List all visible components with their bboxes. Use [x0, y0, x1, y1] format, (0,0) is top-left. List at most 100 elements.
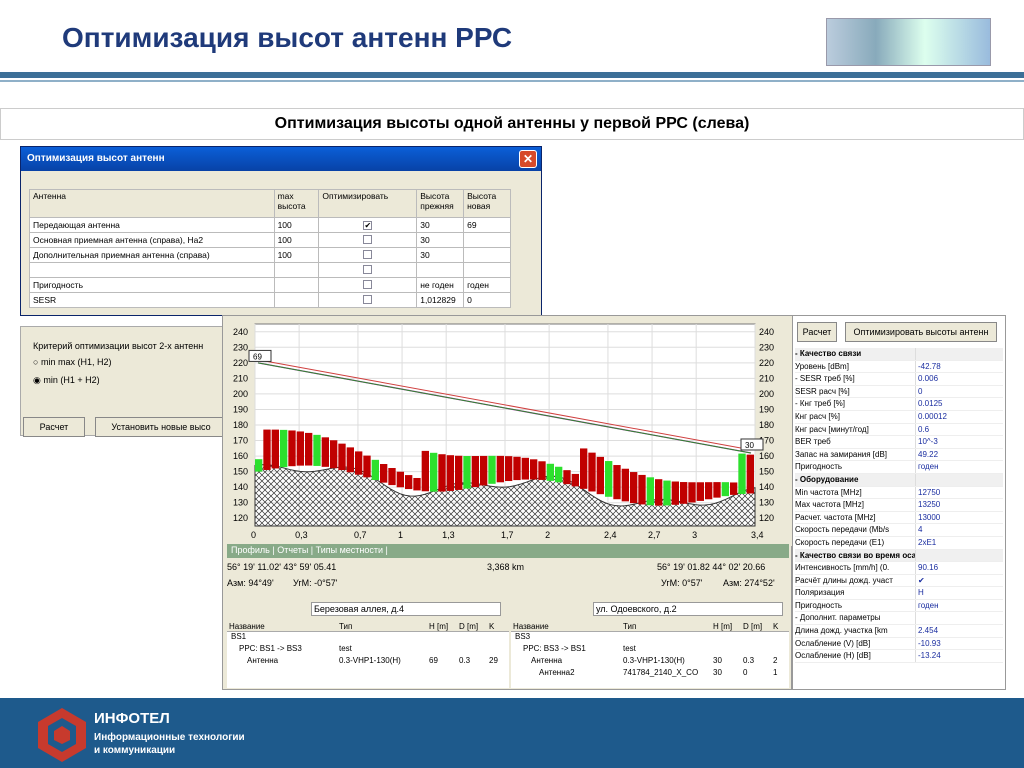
checkbox[interactable]: [363, 234, 373, 244]
tree-row[interactable]: Антенна 0.3-VHP1-130(H) 69 0.3 29: [227, 656, 509, 668]
property-key: - Оборудование: [795, 474, 859, 484]
table-cell[interactable]: [318, 247, 418, 263]
checkbox[interactable]: ✔: [363, 221, 373, 230]
property-row[interactable]: - Качество связи во время осадков: [795, 549, 1003, 563]
calc-button[interactable]: Расчет: [23, 417, 85, 437]
table-cell[interactable]: [318, 292, 418, 308]
radio-icon: ○: [33, 357, 39, 367]
tree-col-header[interactable]: D [m]: [457, 622, 487, 631]
tree-row[interactable]: Антенна 0.3-VHP1-130(H) 30 0.3 2: [511, 656, 789, 668]
obstacle-bar: [538, 461, 546, 480]
property-row[interactable]: Ослабление (H) [dB] -13.24: [795, 650, 1003, 663]
table-cell: 30: [416, 247, 465, 263]
obstacle-bar: [421, 450, 429, 492]
properties-panel: Расчет Оптимизировать высоты антенн - Ка…: [792, 315, 1006, 690]
property-key: - Качество связи: [795, 349, 862, 358]
property-row[interactable]: Пригодность годен: [795, 461, 1003, 474]
table-row[interactable]: Пригодность не годен годен: [29, 277, 511, 293]
property-row[interactable]: Интенсивность [mm/h] (0. 90.16: [795, 562, 1003, 575]
table-cell: [273, 262, 320, 278]
col-header[interactable]: Высота новая: [463, 189, 511, 218]
tree-row[interactable]: BS1: [227, 632, 509, 644]
address-left[interactable]: Березовая аллея, д.4: [311, 602, 501, 616]
tree-cell: 0.3: [743, 656, 755, 665]
obstacle-bar: [588, 452, 596, 492]
col-header[interactable]: Оптимизировать: [318, 189, 418, 218]
tree-col-header[interactable]: D [m]: [741, 622, 771, 631]
tree-row[interactable]: РРС: BS1 -> BS3 test: [227, 644, 509, 656]
tree-row[interactable]: РРС: BS3 -> BS1 test: [511, 644, 789, 656]
checkbox[interactable]: [363, 279, 373, 289]
radio-minmax[interactable]: ○ min max (H1, H2): [33, 357, 111, 367]
obstacle-bar: [630, 472, 638, 504]
col-header[interactable]: max высота: [273, 189, 320, 218]
x-tick-label: 1,3: [442, 530, 455, 540]
close-icon[interactable]: ✕: [519, 150, 537, 168]
property-row[interactable]: Max частота [MHz] 13250: [795, 499, 1003, 512]
property-row[interactable]: Расчёт длины дожд. участ ✔: [795, 574, 1003, 588]
tree-col-header[interactable]: K: [771, 622, 787, 631]
property-row[interactable]: Поляризация H: [795, 587, 1003, 600]
y-tick-label: 130: [759, 498, 774, 508]
property-row[interactable]: Уровень [dBm] -42.78: [795, 360, 1003, 374]
table-row[interactable]: [29, 262, 511, 278]
obstacle-bar: [355, 451, 363, 475]
set-heights-button[interactable]: Установить новые высо: [95, 417, 227, 437]
x-tick-label: 0: [251, 530, 256, 540]
property-row[interactable]: Расчет. частота [MHz] 13000: [795, 511, 1003, 525]
property-row[interactable]: - SESR треб [%] 0.006: [795, 373, 1003, 386]
table-row[interactable]: Дополнительная приемная антенна (справа)…: [29, 247, 511, 263]
tree-col-header[interactable]: Тип: [621, 622, 711, 631]
property-row[interactable]: Запас на замирания [dB] 49.22: [795, 448, 1003, 462]
property-value: 2xE1: [915, 536, 1003, 549]
property-row[interactable]: Пригодность годен: [795, 599, 1003, 613]
property-row[interactable]: Скорость передачи (Mb/s 4: [795, 524, 1003, 537]
property-key: Интенсивность [mm/h] (0.: [795, 563, 890, 573]
table-cell[interactable]: [318, 262, 418, 278]
tree-cell: [337, 632, 427, 644]
table-row[interactable]: SESR 1,012829 0: [29, 292, 511, 308]
obstacle-bar: [655, 479, 663, 506]
property-row[interactable]: - Качество связи: [795, 348, 1003, 361]
property-value: 0: [915, 385, 1003, 398]
obstacle-bar: [613, 465, 621, 500]
property-row[interactable]: BER треб 10^-3: [795, 436, 1003, 449]
property-key: Кнг расч [%]: [795, 411, 840, 421]
optimize-heights-button[interactable]: Оптимизировать высоты антенн: [845, 322, 997, 342]
tree-col-header[interactable]: Название: [227, 622, 337, 631]
property-row[interactable]: Min частота [MHz] 12750: [795, 486, 1003, 500]
checkbox[interactable]: [363, 294, 373, 304]
col-header[interactable]: Высота прежняя: [416, 189, 465, 218]
radio-minsum[interactable]: ◉ min (H1 + H2): [33, 375, 100, 386]
property-row[interactable]: - Оборудование: [795, 473, 1003, 487]
property-row[interactable]: Кнг расч [%] 0.00012: [795, 410, 1003, 424]
obstacle-bar: [296, 431, 304, 466]
calc-button[interactable]: Расчет: [797, 322, 837, 342]
property-row[interactable]: - Кнг треб [%] 0.0125: [795, 398, 1003, 411]
property-row[interactable]: Скорость передачи (E1) 2xE1: [795, 536, 1003, 550]
property-row[interactable]: Ослабление (V) [dB] -10.93: [795, 637, 1003, 651]
checkbox[interactable]: [363, 249, 373, 259]
tree-col-header[interactable]: K: [487, 622, 503, 631]
tree-cell: 30: [713, 656, 722, 665]
tree-row[interactable]: BS3: [511, 632, 789, 644]
table-cell[interactable]: [318, 277, 418, 293]
col-header[interactable]: Антенна: [29, 189, 275, 218]
tree-col-header[interactable]: H [m]: [427, 622, 457, 631]
table-row[interactable]: Основная приемная антенна (справа), На2 1…: [29, 232, 511, 248]
property-row[interactable]: Кнг расч [минут/год] 0.6: [795, 423, 1003, 437]
tree-row[interactable]: Антенна2 741784_2140_X_CO 30 0 1: [511, 668, 789, 680]
property-row[interactable]: SESR расч [%] 0: [795, 385, 1003, 399]
tree-col-header[interactable]: Тип: [337, 622, 427, 631]
checkbox[interactable]: [363, 264, 373, 274]
y-tick-label: 190: [759, 404, 774, 414]
property-row[interactable]: Длина дожд. участка [km 2.454: [795, 625, 1003, 638]
table-row[interactable]: Передающая антенна 100 ✔ 30 69: [29, 217, 511, 233]
profile-tabs[interactable]: Профиль | Отчеты | Типы местности |: [227, 544, 789, 558]
tree-col-header[interactable]: H [m]: [711, 622, 741, 631]
tree-col-header[interactable]: Название: [511, 622, 621, 631]
address-right[interactable]: ул. Одоевского, д.2: [593, 602, 783, 616]
property-row[interactable]: - Дополнит. параметры: [795, 612, 1003, 626]
table-cell[interactable]: [318, 232, 418, 248]
table-cell[interactable]: ✔: [318, 217, 418, 233]
